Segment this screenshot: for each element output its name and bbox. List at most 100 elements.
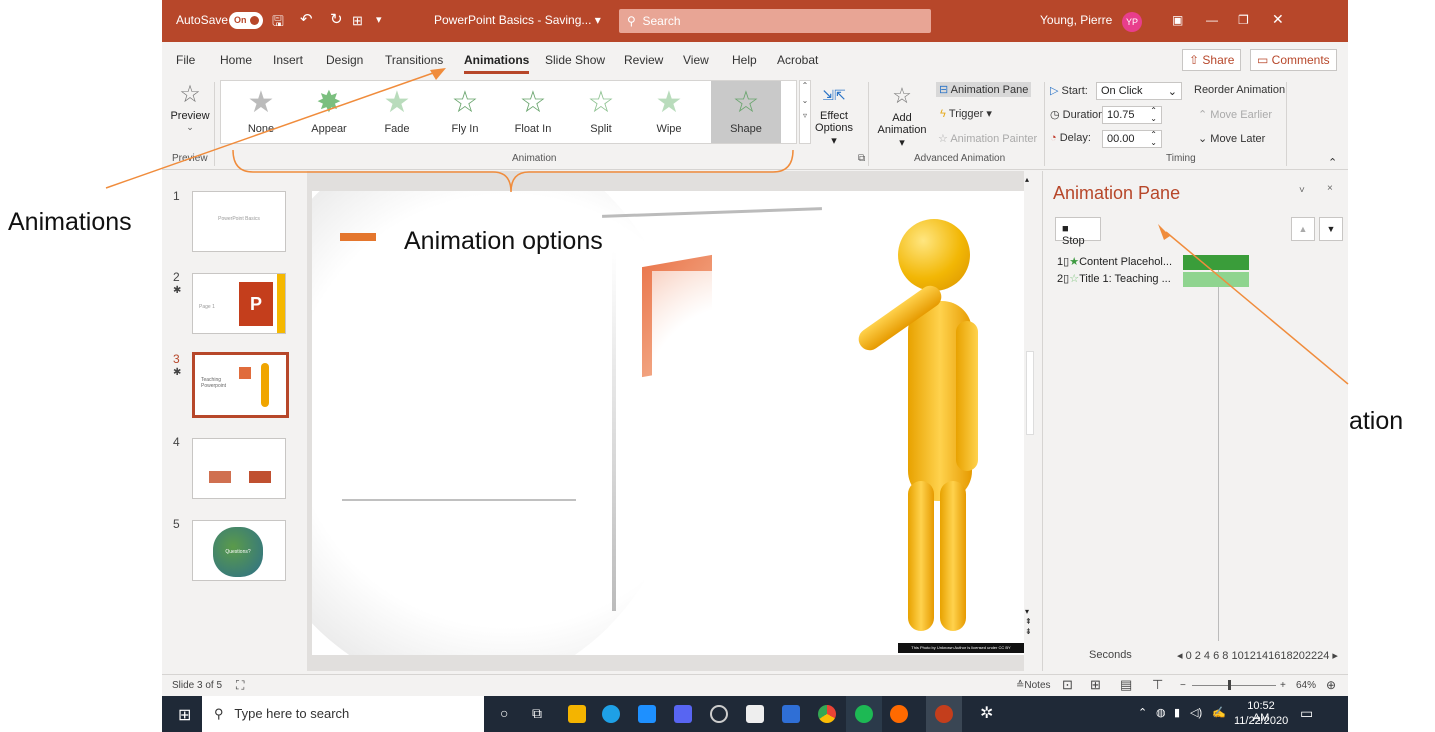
tab-animations[interactable]: Animations xyxy=(464,53,530,74)
trigger-button[interactable]: ϟ Trigger ▾ xyxy=(940,107,992,120)
effect-options-button[interactable]: ⇲⇱ Effect Options ▾ xyxy=(814,80,854,147)
calendar-icon[interactable] xyxy=(782,705,800,723)
start-dropdown[interactable]: On Click ⌄ xyxy=(1096,82,1182,100)
redo-icon[interactable]: ↻ xyxy=(330,10,343,28)
preview-button[interactable]: ☆ Preview ⌄ xyxy=(170,80,210,144)
avatar[interactable]: YP xyxy=(1122,12,1142,32)
tab-help[interactable]: Help xyxy=(732,53,757,67)
slide-sorter-icon[interactable]: ⊞ xyxy=(1090,677,1101,693)
customize-qat-icon[interactable]: ▾ xyxy=(376,13,382,26)
network-icon[interactable]: ◍ xyxy=(1156,706,1166,719)
move-down-button[interactable]: ▼ xyxy=(1319,217,1343,241)
slideshow-view-icon[interactable]: ⊤ xyxy=(1152,677,1163,693)
animation-appear[interactable]: ✸ Appear xyxy=(297,81,361,143)
tab-view[interactable]: View xyxy=(683,53,709,67)
vertical-scrollbar[interactable]: ▴ ▾ ⇞ ⇟ xyxy=(1024,171,1036,671)
tab-home[interactable]: Home xyxy=(220,53,252,67)
restore-icon[interactable]: ❐ xyxy=(1238,13,1249,27)
spinner-icon[interactable]: ⌃ ⌄ xyxy=(1150,131,1157,147)
obs-icon[interactable] xyxy=(710,705,728,723)
settings-gear-icon[interactable]: ✲ xyxy=(980,703,993,723)
zoom-level[interactable]: 64% xyxy=(1296,680,1316,691)
ribbon-display-icon[interactable]: ▣ xyxy=(1172,13,1183,27)
scroll-up-icon[interactable]: ⌃ xyxy=(800,81,810,90)
dialog-launcher-icon[interactable]: ⧉ xyxy=(858,153,865,164)
animation-item-1[interactable]: 1▯★Content Placehol... xyxy=(1057,255,1347,271)
tab-review[interactable]: Review xyxy=(624,53,663,67)
discord-icon[interactable] xyxy=(674,705,692,723)
taskbar-search[interactable]: ⚲ Type here to search xyxy=(202,696,484,732)
scrollbar-thumb[interactable] xyxy=(1026,351,1034,435)
stop-button[interactable]: ■ Stop xyxy=(1055,217,1101,247)
tab-insert[interactable]: Insert xyxy=(273,53,303,67)
thumb-slide-3[interactable]: Teaching Powerpoint xyxy=(192,352,289,418)
move-up-button[interactable]: ▲ xyxy=(1291,217,1315,241)
scroll-down-icon[interactable]: ⌄ xyxy=(800,96,810,105)
animation-painter-button[interactable]: ☆ Animation Painter xyxy=(938,132,1037,145)
animation-pane-button[interactable]: ⊟ Animation Pane xyxy=(936,82,1032,97)
skype-icon[interactable] xyxy=(638,705,656,723)
autosave-toggle[interactable]: On xyxy=(229,12,263,29)
animation-none[interactable]: ★ None xyxy=(229,81,293,143)
pen-icon[interactable]: ✍ xyxy=(1212,706,1226,719)
tab-slide-show[interactable]: Slide Show xyxy=(545,53,605,67)
zoom-slider-thumb[interactable] xyxy=(1228,680,1231,690)
document-title[interactable]: PowerPoint Basics - Saving... ▾ xyxy=(434,13,601,27)
thumb-slide-2[interactable]: Page 1 P xyxy=(192,273,286,334)
move-later-button[interactable]: ⌄ Move Later xyxy=(1198,132,1265,145)
current-slide[interactable]: Animation options This Photo by Unknown … xyxy=(312,191,1024,655)
comments-button[interactable]: ▭ Comments xyxy=(1250,49,1337,71)
notifications-icon[interactable]: ▭ xyxy=(1300,705,1313,722)
tab-design[interactable]: Design xyxy=(326,53,363,67)
animation-wipe[interactable]: ★ Wipe xyxy=(637,81,701,143)
mic-icon[interactable]: ▮ xyxy=(1174,706,1180,719)
task-view-icon[interactable]: ⧉ xyxy=(532,705,542,722)
zoom-out-icon[interactable]: − xyxy=(1180,680,1186,691)
tab-acrobat[interactable]: Acrobat xyxy=(777,53,818,67)
spinner-icon[interactable]: ⌃ ⌄ xyxy=(1150,107,1157,123)
edge-icon[interactable] xyxy=(602,705,620,723)
tray-chevron-icon[interactable]: ⌃ xyxy=(1138,706,1147,719)
animation-fade[interactable]: ★ Fade xyxy=(365,81,429,143)
accessibility-icon[interactable]: ⛶ xyxy=(236,678,244,693)
thumb-slide-1[interactable]: PowerPoint Basics xyxy=(192,191,286,252)
animation-fly-in[interactable]: ☆ Fly In xyxy=(433,81,497,143)
present-icon[interactable]: ⊞ xyxy=(352,13,363,29)
cortana-icon[interactable]: ○ xyxy=(500,705,508,721)
scroll-up-icon[interactable]: ▴ xyxy=(1025,175,1029,184)
animation-item-2[interactable]: 2▯☆Title 1: Teaching ... xyxy=(1057,272,1347,288)
scroll-down-icon[interactable]: ▾ ⇞ ⇟ xyxy=(1025,607,1032,637)
gallery-more-icon[interactable]: ▿ xyxy=(800,111,810,120)
fit-slide-icon[interactable]: ⊕ xyxy=(1326,678,1336,692)
powerpoint-tile[interactable] xyxy=(926,696,962,732)
zoom-in-icon[interactable]: + xyxy=(1280,680,1286,691)
zoom-slider[interactable] xyxy=(1192,685,1276,686)
animation-split[interactable]: ☆ Split xyxy=(569,81,633,143)
chrome-icon[interactable] xyxy=(818,705,836,723)
store-icon[interactable] xyxy=(746,705,764,723)
add-animation-button[interactable]: ☆ Add Animation ▾ xyxy=(874,80,930,149)
share-button[interactable]: ⇧ Share xyxy=(1182,49,1242,71)
animation-float-in[interactable]: ☆ Float In xyxy=(501,81,565,143)
animation-shape[interactable]: ☆ Shape xyxy=(711,81,781,143)
file-explorer-icon[interactable] xyxy=(568,705,586,723)
thumb-slide-4[interactable] xyxy=(192,438,286,499)
close-icon[interactable]: × xyxy=(1327,183,1333,194)
time-scale[interactable]: ◂ 0 2 4 6 8 1012141618202224 ▸ xyxy=(1177,649,1338,662)
spotify-tile[interactable] xyxy=(846,696,882,732)
close-icon[interactable]: ✕ xyxy=(1272,11,1284,28)
windows-start-icon[interactable]: ⊞ xyxy=(178,705,191,725)
delay-input[interactable]: 00.00 ⌃ ⌄ xyxy=(1102,130,1162,148)
undo-icon[interactable]: ↶ xyxy=(300,10,313,28)
tab-file[interactable]: File xyxy=(176,53,195,67)
notes-button[interactable]: ≙Notes xyxy=(1016,680,1051,691)
move-earlier-button[interactable]: ⌃ Move Earlier xyxy=(1198,108,1272,121)
pane-options-icon[interactable]: ˅ xyxy=(1299,185,1305,196)
normal-view-icon[interactable]: ⊡ xyxy=(1062,677,1073,693)
collapse-ribbon-icon[interactable]: ⌃ xyxy=(1328,156,1337,169)
origin-icon[interactable] xyxy=(890,705,908,723)
thumb-slide-5[interactable]: Questions? xyxy=(192,520,286,581)
clock-date[interactable]: 11/22/2020 xyxy=(1234,715,1288,727)
search-box[interactable]: ⚲ Search xyxy=(619,9,931,33)
save-icon[interactable]: 🖫 xyxy=(272,11,284,35)
